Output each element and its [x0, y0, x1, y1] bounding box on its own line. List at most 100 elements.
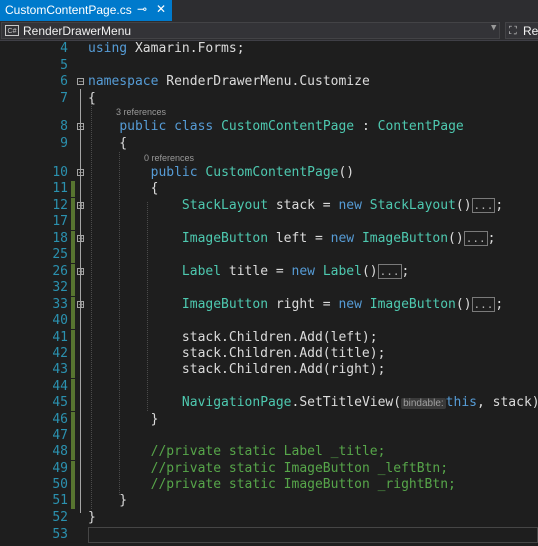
code-line-41[interactable]: 41 stack.Children.Add(left);: [0, 330, 538, 346]
codelens-constructor[interactable]: 0 references: [0, 152, 538, 165]
code-line-5[interactable]: 5: [0, 58, 538, 74]
navigation-bar: C# RenderDrawerMenu ▼ ⛶ Re: [0, 21, 538, 41]
code-line-26[interactable]: 26 + Label title = new Label()...;: [0, 264, 538, 280]
code-token: ;: [495, 198, 504, 213]
code-line-4[interactable]: 4 using Xamarin.Forms;: [0, 41, 538, 57]
expand-icon[interactable]: +: [77, 202, 85, 210]
code-line-12[interactable]: 12 + StackLayout stack = new StackLayout(…: [0, 198, 538, 214]
code-line-6[interactable]: 6 − namespace RenderDrawerMenu.Customize: [0, 74, 538, 90]
code-text[interactable]: //private static ImageButton _leftBtn;: [88, 461, 448, 477]
code-text[interactable]: {: [88, 181, 159, 197]
code-line-43[interactable]: 43 stack.Children.Add(right);: [0, 362, 538, 378]
line-number: 50: [52, 477, 68, 492]
code-text[interactable]: using Xamarin.Forms;: [88, 41, 245, 57]
code-line-11[interactable]: 11 {: [0, 181, 538, 197]
line-number: 33: [52, 297, 68, 312]
code-line-7[interactable]: 7{: [0, 91, 538, 107]
code-line-40[interactable]: 40: [0, 313, 538, 329]
code-line-25[interactable]: 25: [0, 247, 538, 263]
code-token: ;: [401, 264, 410, 279]
line-number: 9: [60, 136, 68, 151]
codelens-references[interactable]: 3 references: [116, 106, 166, 119]
code-line-48[interactable]: 48 //private static Label _title;: [0, 444, 538, 460]
code-text[interactable]: ImageButton right = new ImageButton()...…: [88, 297, 503, 313]
code-text[interactable]: //private static ImageButton _rightBtn;: [88, 477, 456, 493]
code-text[interactable]: stack.Children.Add(left);: [88, 330, 378, 346]
code-text[interactable]: public CustomContentPage(): [88, 165, 355, 181]
code-token: (): [338, 165, 355, 180]
class-dropdown-label: RenderDrawerMenu: [23, 24, 132, 38]
code-text[interactable]: stack.Children.Add(title);: [88, 346, 386, 362]
code-text[interactable]: }: [88, 493, 127, 509]
code-text[interactable]: stack.Children.Add(right);: [88, 362, 386, 378]
code-line-10[interactable]: 10 − public CustomContentPage(): [0, 165, 538, 181]
code-editor[interactable]: 3 references 0 references 4 using Xamarin…: [0, 41, 538, 546]
code-token: using: [88, 41, 128, 56]
code-text[interactable]: Label title = new Label()...;: [88, 264, 409, 280]
code-line-44[interactable]: 44: [0, 379, 538, 395]
code-token: (): [361, 264, 378, 279]
code-token: //private static ImageButton _leftBtn;: [150, 461, 449, 476]
change-indicator: [71, 280, 75, 296]
code-text[interactable]: public class CustomContentPage : Content…: [88, 119, 464, 135]
collapse-icon[interactable]: −: [77, 169, 85, 177]
code-line-51[interactable]: 51 }: [0, 493, 538, 509]
expand-icon[interactable]: +: [77, 268, 85, 276]
collapse-icon[interactable]: −: [77, 78, 85, 86]
change-indicator: [71, 297, 75, 313]
code-line-49[interactable]: 49 //private static ImageButton _leftBtn…: [0, 461, 538, 477]
code-text[interactable]: //private static Label _title;: [88, 444, 386, 460]
collapsed-region[interactable]: ...: [471, 198, 496, 213]
tab-customcontentpage[interactable]: CustomContentPage.cs ⊸ ✕: [0, 0, 172, 21]
change-indicator: [71, 346, 75, 362]
codelens-class[interactable]: 3 references: [0, 106, 538, 119]
code-line-52[interactable]: 52}: [0, 510, 538, 526]
code-line-32[interactable]: 32: [0, 280, 538, 296]
code-text[interactable]: }: [88, 510, 96, 526]
code-line-47[interactable]: 47: [0, 428, 538, 444]
code-line-18[interactable]: 18 + ImageButton left = new ImageButton()…: [0, 231, 538, 247]
code-text[interactable]: }: [88, 412, 159, 428]
collapsed-region[interactable]: ...: [471, 297, 496, 312]
expand-icon[interactable]: +: [77, 301, 85, 309]
code-text[interactable]: {: [88, 136, 127, 152]
class-dropdown[interactable]: C# RenderDrawerMenu ▼: [1, 22, 500, 39]
code-line-42[interactable]: 42 stack.Children.Add(title);: [0, 346, 538, 362]
collapse-icon[interactable]: −: [77, 123, 85, 131]
code-line-50[interactable]: 50 //private static ImageButton _rightBt…: [0, 477, 538, 493]
collapsed-region[interactable]: ...: [463, 231, 488, 246]
code-text[interactable]: namespace RenderDrawerMenu.Customize: [88, 74, 370, 90]
pin-icon[interactable]: ⊸: [137, 2, 147, 16]
code-line-53[interactable]: 53: [0, 527, 538, 543]
code-line-8[interactable]: 8 − public class CustomContentPage : Cont…: [0, 119, 538, 135]
code-line-17[interactable]: 17: [0, 214, 538, 230]
collapsed-region[interactable]: ...: [377, 264, 402, 279]
code-token: Xamarin.Forms;: [127, 41, 245, 56]
code-line-9[interactable]: 9 {: [0, 136, 538, 152]
change-indicator: [71, 461, 75, 477]
code-token: ContentPage: [377, 119, 464, 134]
code-token: .SetTitleView(: [291, 395, 402, 410]
code-text[interactable]: ImageButton left = new ImageButton()...;: [88, 231, 495, 247]
code-line-45[interactable]: 45 NavigationPage.SetTitleView(bindable:…: [0, 395, 538, 411]
change-indicator: [71, 362, 75, 378]
code-text[interactable]: {: [88, 91, 96, 107]
member-dropdown[interactable]: ⛶ Re: [505, 22, 538, 39]
code-line-33[interactable]: 33 + ImageButton right = new ImageButton(…: [0, 297, 538, 313]
change-indicator: [71, 198, 75, 214]
code-text[interactable]: NavigationPage.SetTitleView(bindable: thi…: [88, 395, 538, 412]
close-icon[interactable]: ✕: [156, 2, 166, 16]
codelens-references[interactable]: 0 references: [144, 152, 194, 165]
code-text[interactable]: StackLayout stack = new StackLayout()...…: [88, 198, 503, 214]
code-token: }: [88, 412, 159, 427]
code-token: new: [330, 231, 355, 246]
expand-icon[interactable]: +: [77, 235, 85, 243]
code-token: stack.Children.Add(left);: [88, 330, 378, 345]
code-line-46[interactable]: 46 }: [0, 412, 538, 428]
